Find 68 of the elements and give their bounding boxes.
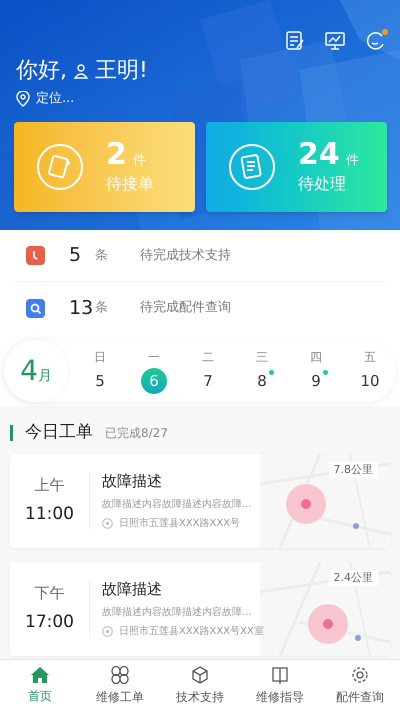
month-unit: 月 <box>38 367 52 386</box>
nav-tab[interactable]: 维修指导 <box>240 660 320 711</box>
document-pen-icon <box>36 143 84 191</box>
period-text: 上午 <box>34 474 64 496</box>
pending-row[interactable]: 5 条 待完成技术支持 <box>14 230 386 282</box>
user-icon <box>73 62 89 78</box>
address-text: 日照市五莲县XXX路XXX号XX室 <box>119 624 264 639</box>
distance-label: 7.8公里 <box>328 462 378 478</box>
pending-label: 待完成技术支持 <box>140 246 231 265</box>
count-unit: 件 <box>346 152 359 170</box>
weekday-label: 四 <box>310 349 322 366</box>
distance-label: 2.4公里 <box>328 570 378 586</box>
chat-icon[interactable] <box>364 30 386 52</box>
date-button[interactable]: 5 <box>87 368 113 394</box>
section-marker <box>10 424 13 441</box>
address-text: 日照市五莲县XXX路XXX号 <box>119 516 240 531</box>
four-circles-icon <box>110 665 130 685</box>
nav-tab[interactable]: 首页 <box>0 660 80 711</box>
clock-icon <box>26 246 45 265</box>
order-title: 故障描述 <box>102 471 163 492</box>
pending-row[interactable]: 13 条 待完成配件查询 <box>14 282 386 334</box>
book-icon <box>270 665 290 685</box>
nav-tab[interactable]: 维修工单 <box>80 660 160 711</box>
box-icon <box>190 665 210 685</box>
greeting-text: 你好, <box>16 57 67 85</box>
weekday-label: 三 <box>256 349 268 366</box>
monitor-icon[interactable] <box>324 30 346 52</box>
card-label: 待处理 <box>298 173 347 195</box>
pending-label: 待完成配件查询 <box>140 299 231 318</box>
card-label: 待接单 <box>106 173 154 195</box>
date-button[interactable]: 7 <box>195 368 221 394</box>
count-number: 13 <box>69 296 94 321</box>
count-unit: 件 <box>132 152 146 170</box>
date-button[interactable]: 8 <box>249 368 275 394</box>
date-button[interactable]: 9 <box>303 368 329 394</box>
home-icon <box>30 666 50 684</box>
section-title: 今日工单 <box>25 421 93 444</box>
search-icon <box>26 298 45 318</box>
nav-tab[interactable]: 配件查询 <box>320 660 400 711</box>
count-number: 5 <box>69 243 82 268</box>
weekday-label: 一 <box>148 349 160 366</box>
nav-tab[interactable]: 技术支持 <box>160 660 240 711</box>
order-title: 故障描述 <box>102 579 163 600</box>
count-number: 2 <box>106 138 127 172</box>
time-text: 17:00 <box>25 611 74 634</box>
target-icon <box>102 518 113 529</box>
order-card[interactable]: 下午 17:00 故障描述 故障描述内容故障描述内容故障... 日照市五莲县XXX路XXX号XX室 2.4公里 <box>10 562 390 656</box>
time-text: 11:00 <box>25 503 74 526</box>
date-button[interactable]: 10 <box>357 368 383 394</box>
location-text[interactable]: 定位... <box>36 89 74 108</box>
order-description: 故障描述内容故障描述内容故障... <box>102 498 252 512</box>
weekday-label: 五 <box>364 349 376 366</box>
target-icon <box>102 626 113 637</box>
gear-icon <box>350 665 370 685</box>
location-pin-icon <box>16 90 30 107</box>
document-icon <box>228 143 276 191</box>
count-number: 24 <box>298 138 340 172</box>
month-number: 4 <box>20 353 38 389</box>
period-text: 下午 <box>34 582 64 604</box>
weekday-label: 二 <box>202 349 214 366</box>
count-unit: 条 <box>95 299 109 318</box>
order-description: 故障描述内容故障描述内容故障... <box>102 606 253 620</box>
weekday-label: 日 <box>94 349 106 366</box>
order-card[interactable]: 上午 11:00 故障描述 故障描述内容故障描述内容故障... 日照市五莲县XXX路XXX号 7.8公里 <box>10 454 390 548</box>
count-unit: 条 <box>95 246 109 265</box>
user-name: 王明! <box>95 57 148 85</box>
notepad-icon[interactable] <box>284 30 306 52</box>
progress-text: 已完成8/27 <box>105 424 168 442</box>
